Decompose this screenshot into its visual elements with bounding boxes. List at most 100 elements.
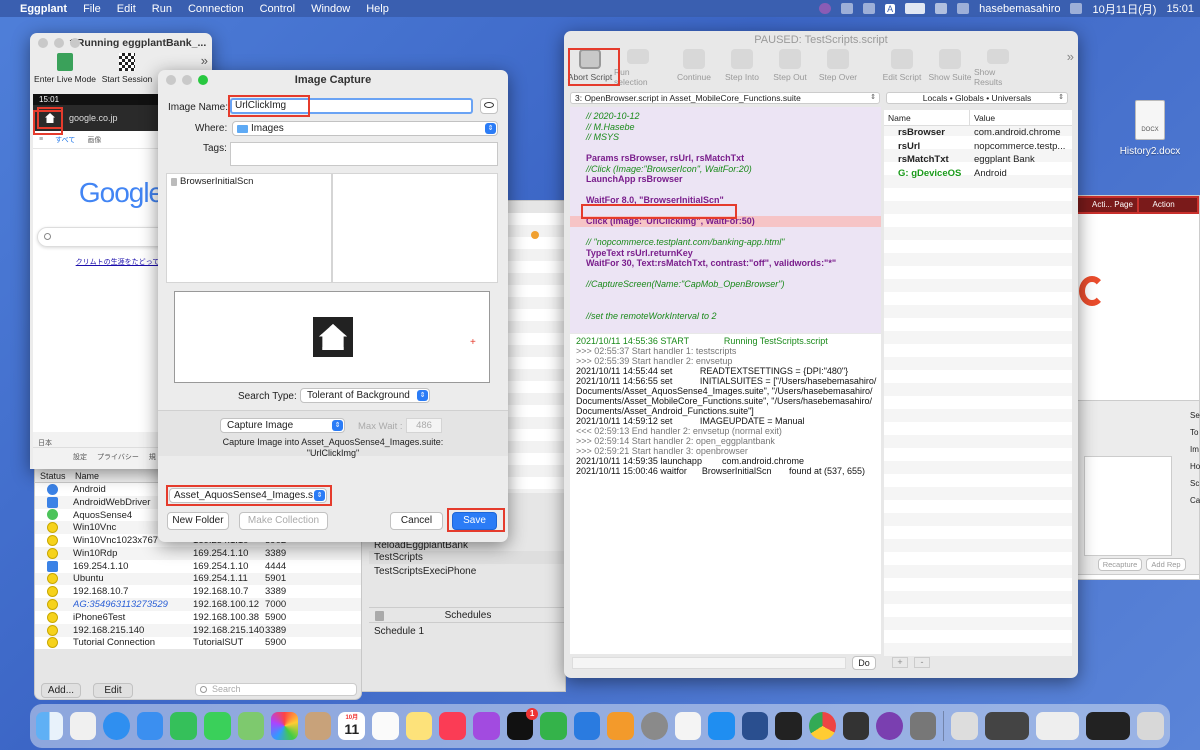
mail-icon[interactable] — [136, 712, 164, 740]
reminders-icon[interactable] — [372, 712, 399, 740]
menu-help[interactable]: Help — [358, 3, 397, 15]
where-select[interactable]: Images ⇕ — [232, 121, 498, 136]
wifi-icon[interactable] — [935, 3, 948, 14]
menu-run[interactable]: Run — [144, 3, 180, 15]
menu-edit[interactable]: Edit — [109, 3, 144, 15]
enter-live-mode-button[interactable]: Enter Live Mode — [32, 53, 98, 89]
close-button[interactable] — [38, 38, 48, 48]
show-suite-button[interactable]: Show Suite — [926, 49, 974, 87]
recapture-button[interactable]: Recapture — [1098, 558, 1142, 571]
eggplant-icon[interactable] — [876, 712, 903, 740]
contacts-icon[interactable] — [304, 712, 332, 740]
dialog-minimize-button[interactable] — [182, 75, 192, 85]
tab-images[interactable]: 画像 — [87, 135, 101, 145]
menubar-date[interactable]: 10月11日(月) — [1092, 1, 1156, 17]
connection-row[interactable]: iPhone6Test 192.168.100.38 5900 — [35, 610, 361, 624]
script-toolbar-overflow-icon[interactable]: » — [1067, 49, 1074, 87]
vars-col-value[interactable]: Value — [970, 110, 995, 125]
connection-row[interactable]: Tutorial Connection TutorialSUT 5900 — [35, 636, 361, 650]
variable-row[interactable]: rsUrl nopcommerce.testp... — [884, 140, 1072, 154]
connection-row[interactable]: 192.168.10.7 192.168.10.7 3389 — [35, 585, 361, 599]
step-out-button[interactable]: Step Out — [766, 49, 814, 87]
menubar-time[interactable]: 15:01 — [1166, 3, 1194, 15]
facetime-icon[interactable] — [170, 712, 198, 740]
keynote-icon[interactable] — [573, 712, 601, 740]
dialog-close-button[interactable] — [166, 75, 176, 85]
variable-row[interactable]: G: gDeviceOS Android — [884, 167, 1072, 181]
handler-select[interactable]: 3: OpenBrowser.script in Asset_MobileCor… — [570, 92, 880, 104]
footer-settings[interactable]: 設定 — [73, 452, 87, 462]
suite-item-testscripts[interactable]: TestScripts — [369, 551, 567, 564]
spotlight-search-icon[interactable] — [957, 3, 970, 14]
recent-window-3-icon[interactable] — [1086, 712, 1131, 740]
edit-script-button[interactable]: Edit Script — [878, 49, 926, 87]
suite-item-testscripts-iphone[interactable]: TestScriptsExeciPhone — [374, 565, 476, 578]
screenshot-icon[interactable] — [842, 712, 870, 740]
podcasts-icon[interactable] — [472, 712, 500, 740]
col-name[interactable]: Name — [73, 469, 99, 482]
cancel-button[interactable]: Cancel — [390, 512, 443, 530]
textedit-icon[interactable] — [674, 712, 702, 740]
variable-row[interactable]: rsBrowser com.android.chrome — [884, 126, 1072, 140]
virtualbox-icon[interactable] — [741, 712, 769, 740]
do-button[interactable]: Do — [852, 656, 876, 670]
system-preferences-icon[interactable] — [640, 712, 668, 740]
activity-monitor-icon[interactable] — [775, 712, 803, 740]
max-wait-field[interactable]: 486 — [406, 418, 442, 433]
desktop-file[interactable]: DOCX History2.docx — [1118, 100, 1182, 157]
edit-connection-button[interactable]: Edit — [93, 683, 133, 698]
notes-icon[interactable] — [405, 712, 433, 740]
messages-icon[interactable] — [204, 712, 231, 740]
menubar-user[interactable]: hasebemasahiro — [979, 3, 1060, 15]
dialog-zoom-button[interactable] — [198, 75, 208, 85]
safari-icon[interactable] — [103, 712, 130, 740]
bg-tab-acti-page[interactable]: Acti... Page — [1078, 198, 1137, 212]
step-into-button[interactable]: Step Into — [718, 49, 766, 87]
app-store-icon[interactable] — [708, 712, 735, 740]
trash-icon[interactable] — [1137, 712, 1164, 740]
variable-row[interactable]: rsMatchTxt eggplant Bank — [884, 153, 1072, 167]
search-type-select[interactable]: Tolerant of Background ⇕ — [300, 388, 430, 403]
start-session-button[interactable]: Start Session — [98, 53, 156, 89]
footer-privacy[interactable]: プライバシー — [97, 452, 139, 462]
recent-window-1-icon[interactable] — [985, 712, 1029, 740]
launchpad-icon[interactable] — [69, 712, 97, 740]
run-selection-button[interactable]: Run selection — [614, 49, 662, 87]
zoom-button[interactable] — [70, 38, 80, 48]
keychain-icon[interactable] — [909, 712, 937, 740]
vars-select[interactable]: Locals • Globals • Universals ⇕ — [886, 92, 1068, 104]
menu-connection[interactable]: Connection — [180, 3, 252, 15]
show-results-button[interactable]: Show Results — [974, 49, 1022, 87]
numbers-icon[interactable] — [540, 712, 567, 740]
script-code-editor[interactable]: // 2020-10-12// M.Hasebe// MSYS Params rs… — [570, 107, 881, 333]
footer-terms[interactable]: 規 — [149, 452, 156, 462]
continue-button[interactable]: Continue — [670, 49, 718, 87]
vars-add-button[interactable]: + — [892, 657, 908, 668]
connection-row[interactable]: 169.254.1.10 169.254.1.10 4444 — [35, 559, 361, 573]
tags-field[interactable] — [230, 142, 498, 166]
menu-window[interactable]: Window — [303, 3, 358, 15]
pages-icon[interactable] — [607, 712, 634, 740]
command-field[interactable] — [572, 657, 846, 669]
add-rep-button[interactable]: Add Rep — [1146, 558, 1186, 571]
hotspot-crosshair-icon[interactable]: + — [470, 338, 476, 348]
control-center-icon[interactable] — [1070, 3, 1083, 14]
k-icon[interactable] — [863, 3, 876, 14]
minimize-button[interactable] — [54, 38, 64, 48]
connection-row[interactable]: 192.168.215.140 192.168.215.140 3389 — [35, 623, 361, 637]
music-icon[interactable] — [439, 712, 466, 740]
col-status[interactable]: Status — [35, 469, 73, 482]
connection-row[interactable]: Ubuntu 169.254.1.11 5901 — [35, 572, 361, 586]
menu-icon[interactable]: ≡ — [39, 136, 43, 143]
vars-col-name[interactable]: Name — [884, 110, 970, 125]
app-menu-eggplant[interactable]: Eggplant — [16, 3, 75, 15]
capture-mode-select[interactable]: Capture Image ⇕ — [220, 418, 345, 433]
downloads-icon[interactable] — [951, 712, 979, 740]
tab-all[interactable]: すべて — [55, 135, 75, 145]
add-connection-button[interactable]: Add... — [41, 683, 81, 698]
connection-row[interactable]: Win10Rdp 169.254.1.10 3389 — [35, 546, 361, 560]
maps-icon[interactable] — [237, 712, 265, 740]
vars-remove-button[interactable]: - — [914, 657, 930, 668]
browser-item[interactable]: BrowserInitialScn — [167, 174, 331, 187]
menu-file[interactable]: File — [75, 3, 109, 15]
